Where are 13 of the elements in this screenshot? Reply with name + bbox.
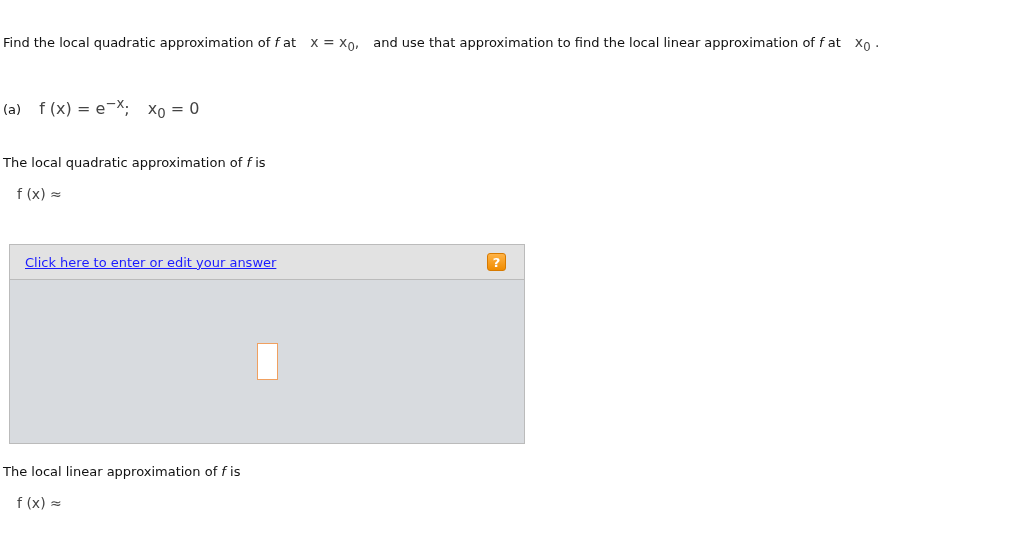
question-text: and use that approximation to find the local linear approximation of f at [373, 35, 841, 50]
part-label: (a) [3, 102, 22, 118]
point-expression: x$_{0}$ = 0 [147, 99, 200, 122]
question-text: Find the local quadratic approximation of f at [3, 35, 297, 50]
function-expression: f (x) = e$^{−x}$; [39, 95, 130, 119]
answer-field[interactable] [256, 343, 278, 381]
math-expression: f (x) ≈ [17, 495, 63, 512]
prompt-text: The local linear approximation of f is [3, 464, 242, 480]
answer-link[interactable]: Click here to enter or edit your answer [25, 254, 277, 270]
math-expression: f (x) ≈ [17, 186, 63, 203]
math-expression: x = x$_{0}$, [310, 34, 360, 54]
prompt-text: The local quadratic approximation of f is [3, 155, 267, 171]
math-expression: x$_{0}$ . [854, 34, 880, 54]
